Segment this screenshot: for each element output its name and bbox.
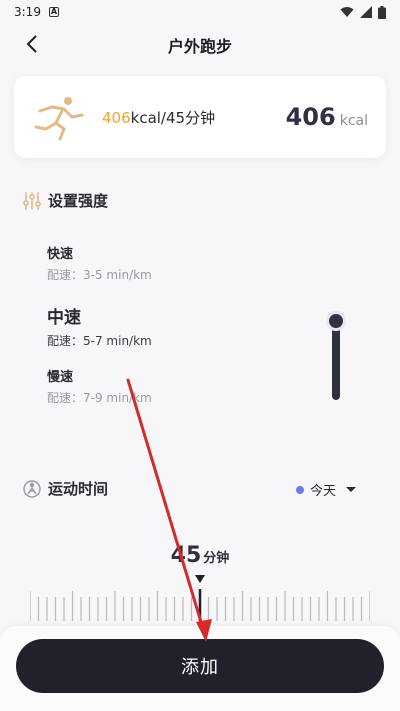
time-unit: 分钟	[203, 551, 230, 566]
time-header: 运动时间	[22, 478, 108, 499]
sliders-icon	[23, 191, 41, 210]
speed-option-medium[interactable]: 中速 配速：5-7 min/km	[47, 303, 152, 349]
status-bar: 3:19 A	[0, 0, 400, 24]
time-number: 45	[170, 543, 202, 568]
date-label: 今天	[310, 484, 337, 499]
time-ruler[interactable]	[30, 589, 370, 621]
caret-down-icon	[346, 487, 357, 492]
speed-name: 中速	[47, 308, 81, 328]
kcal-highlight: 406	[102, 108, 131, 127]
date-dot-icon	[296, 485, 304, 494]
speed-option-fast[interactable]: 快速 配速：3-5 min/km	[47, 243, 152, 283]
intensity-slider-track[interactable]	[332, 322, 340, 400]
date-dropdown[interactable]: 今天	[296, 480, 357, 499]
page-title: 户外跑步	[167, 37, 232, 56]
speed-pace: 配速：3-5 min/km	[47, 268, 152, 282]
summary-card: 406kcal/45分钟 406 kcal	[14, 76, 386, 158]
signal-icon	[360, 6, 372, 18]
speed-option-slow[interactable]: 慢速 配速：7-9 min/km	[47, 366, 152, 406]
time-value: 45 分钟	[0, 543, 400, 568]
calories-value: 406	[285, 103, 336, 131]
clock-figure-icon	[23, 479, 41, 498]
speed-name: 慢速	[47, 370, 74, 385]
speed-pace: 配速：7-9 min/km	[47, 391, 152, 405]
wifi-icon	[340, 7, 354, 17]
status-left: 3:19 A	[14, 5, 59, 19]
runner-icon	[34, 97, 84, 141]
intensity-title: 设置强度	[48, 192, 109, 210]
notification-app-icon: A	[48, 7, 59, 17]
time-title: 运动时间	[48, 480, 109, 498]
intensity-header: 设置强度	[22, 190, 108, 211]
ruler-pointer-icon	[195, 575, 205, 583]
summary-detail: 406kcal/45分钟	[102, 107, 286, 128]
speed-name: 快速	[47, 247, 74, 262]
calories-unit: kcal	[339, 113, 368, 129]
speed-pace: 配速：5-7 min/km	[47, 334, 152, 348]
intensity-slider-handle[interactable]	[326, 311, 346, 331]
chevron-left-icon	[26, 35, 37, 53]
status-time: 3:19	[14, 5, 41, 19]
add-button[interactable]: 添加	[16, 639, 384, 693]
nav-bar: 户外跑步	[0, 24, 400, 66]
back-button[interactable]	[20, 32, 44, 56]
status-right	[340, 5, 386, 19]
battery-icon	[378, 5, 386, 19]
summary-calories: 406 kcal	[286, 103, 368, 131]
summary-detail-rest: kcal/45分钟	[130, 108, 216, 127]
